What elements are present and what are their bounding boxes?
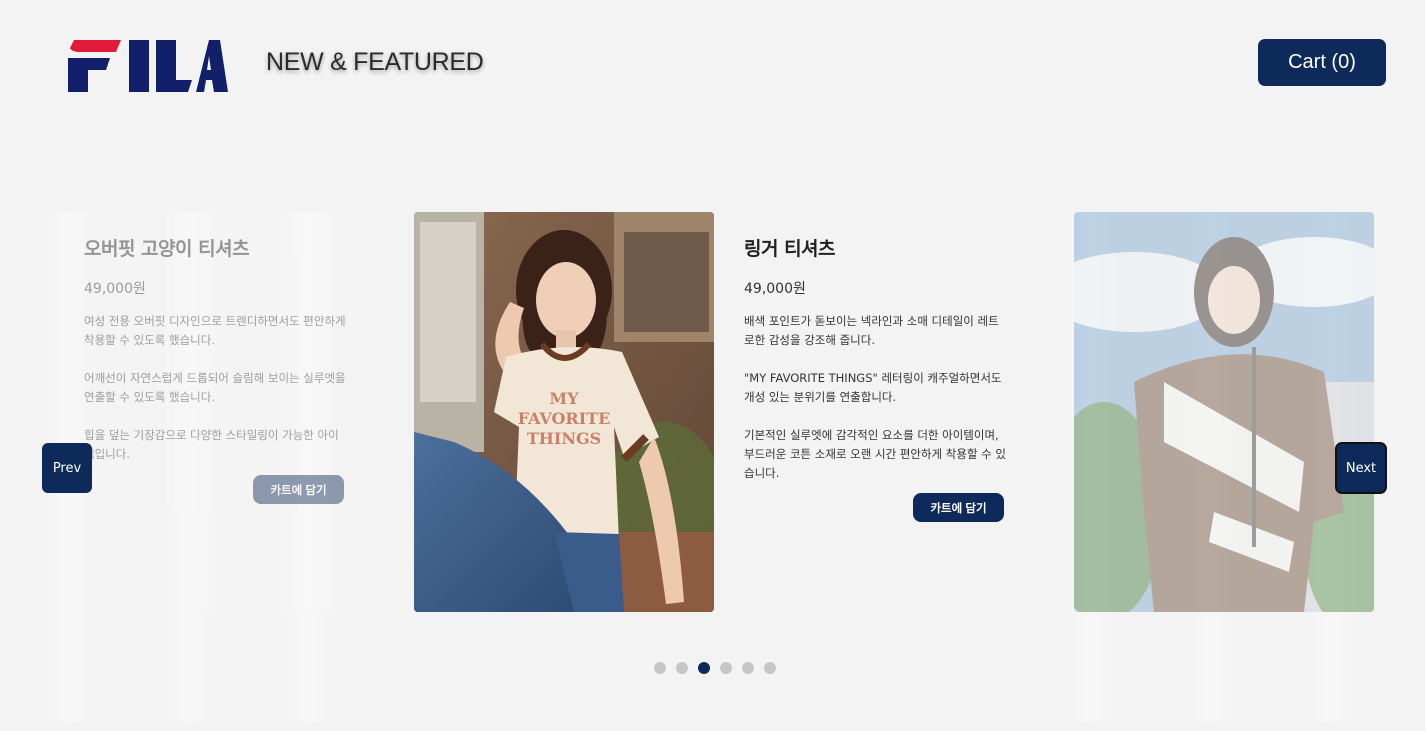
add-to-cart-button[interactable]: 카트에 담기 [253, 475, 344, 504]
slide-current: MY FAVORITE THINGS 링거 티셔츠 49,000원 배색 포인트… [414, 212, 1014, 612]
svg-text:THINGS: THINGS [527, 429, 601, 448]
description-paragraph: "MY FAVORITE THINGS" 레터링이 캐주얼하면서도 개성 있는 … [744, 371, 1002, 404]
pagination-dot[interactable] [676, 662, 688, 674]
description-paragraph: 힙을 덮는 기장감으로 다양한 스타일링이 가능한 아이템입니다. [84, 428, 339, 461]
fila-logo[interactable] [66, 38, 228, 94]
product-name: 오버핏 고양이 티셔츠 [84, 238, 250, 260]
slide-previous: 오버핏 고양이 티셔츠 49,000원 여성 전용 오버핏 디자인으로 트렌디하… [54, 212, 354, 612]
prev-button[interactable]: Prev [42, 443, 92, 493]
slide-next [1074, 212, 1374, 612]
product-description: 여성 전용 오버핏 디자인으로 트렌디하면서도 편안하게 착용할 수 있도록 했… [84, 312, 346, 483]
description-paragraph: 어깨선이 자연스럽게 드롭되어 슬림해 보이는 실루엣을 연출할 수 있도록 했… [84, 371, 346, 404]
pagination-dot[interactable] [720, 662, 732, 674]
product-price: 49,000원 [84, 281, 146, 297]
description-paragraph: 기본적인 실루엣에 감각적인 요소를 더한 아이템이며, 부드러운 코튼 소재로… [744, 428, 1007, 480]
section-title: NEW & FEATURED [266, 48, 484, 76]
product-image: MY FAVORITE THINGS [414, 212, 714, 612]
pagination-dot[interactable] [698, 662, 710, 674]
product-description: 배색 포인트가 돋보이는 넥라인과 소매 디테일이 레트로한 감성을 강조해 줍… [744, 312, 1006, 502]
next-button[interactable]: Next [1335, 442, 1387, 494]
add-to-cart-button[interactable]: 카트에 담기 [913, 493, 1004, 522]
pagination-dot[interactable] [742, 662, 754, 674]
description-paragraph: 여성 전용 오버핏 디자인으로 트렌디하면서도 편안하게 착용할 수 있도록 했… [84, 314, 346, 347]
product-name: 링거 티셔츠 [744, 238, 836, 260]
description-paragraph: 배색 포인트가 돋보이는 넥라인과 소매 디테일이 레트로한 감성을 강조해 줍… [744, 314, 999, 347]
svg-text:FAVORITE: FAVORITE [518, 409, 611, 428]
pagination-dot[interactable] [764, 662, 776, 674]
product-price: 49,000원 [744, 281, 806, 297]
slide-info: 링거 티셔츠 49,000원 배색 포인트가 돋보이는 넥라인과 소매 디테일이… [714, 212, 1006, 612]
svg-text:MY: MY [549, 389, 579, 408]
pagination-dot[interactable] [654, 662, 666, 674]
pagination-dots [654, 662, 776, 674]
product-image [1074, 212, 1374, 612]
slide-info: 오버핏 고양이 티셔츠 49,000원 여성 전용 오버핏 디자인으로 트렌디하… [54, 212, 346, 612]
cart-button[interactable]: Cart (0) [1258, 39, 1386, 86]
